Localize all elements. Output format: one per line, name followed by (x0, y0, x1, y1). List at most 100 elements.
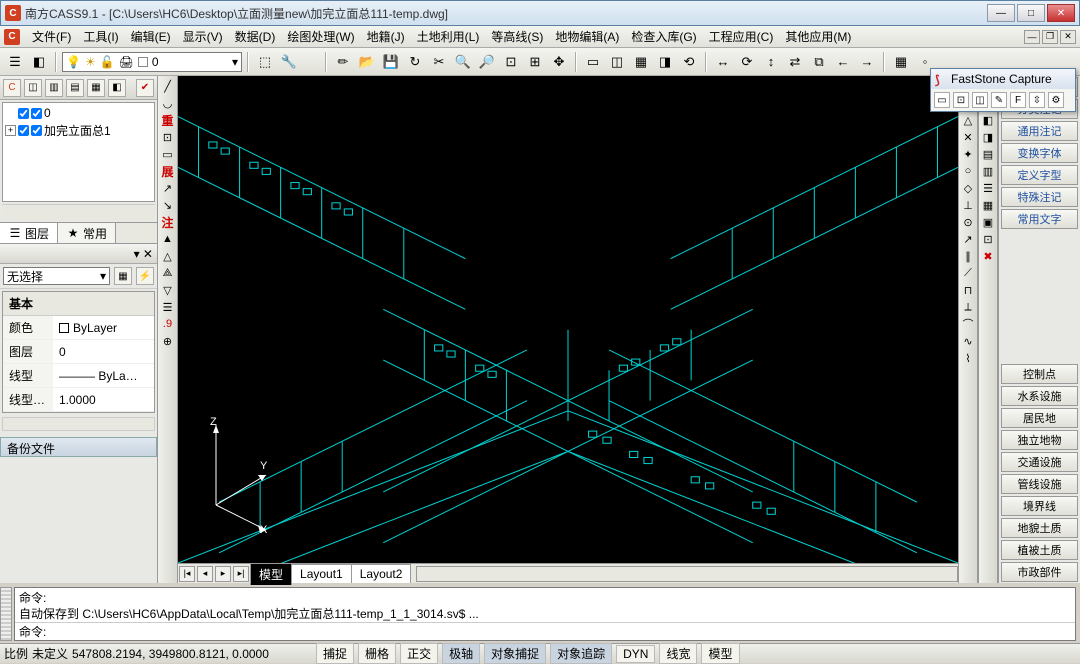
annot-icon[interactable]: ▥ (980, 163, 996, 179)
annot-icon[interactable]: ◨ (980, 129, 996, 145)
menu-view[interactable]: 显示(V) (177, 26, 229, 47)
toggle-polar[interactable]: 极轴 (442, 643, 480, 664)
expand-label-icon[interactable]: 展 (160, 163, 176, 179)
rotate-icon[interactable]: ⟳ (736, 51, 758, 73)
tree-checkbox[interactable] (18, 125, 29, 136)
tool-icon[interactable]: ▲ (160, 231, 176, 247)
forward-icon[interactable]: → (856, 51, 878, 73)
prop-color[interactable]: ByLayer (53, 316, 154, 339)
tool-icon[interactable]: ☰ (160, 299, 176, 315)
stretch-icon[interactable]: ↕ (760, 51, 782, 73)
line-icon[interactable]: ╱ (160, 78, 176, 94)
minimize-button[interactable]: — (987, 4, 1015, 22)
fs-capture-scroll-icon[interactable]: ⇳ (1029, 92, 1045, 108)
faststone-window[interactable]: ⟆ FastStone Capture ▭ ⊡ ◫ ✎ F ⇳ ⚙ (930, 68, 1076, 112)
annot-icon[interactable]: ▤ (980, 146, 996, 162)
snap-icon[interactable]: ⊥ (960, 197, 976, 213)
move-icon[interactable]: ↔ (712, 51, 734, 73)
maximize-button[interactable]: □ (1017, 4, 1045, 22)
snap-icon[interactable]: ⊓ (960, 282, 976, 298)
toggle-lweight[interactable]: 线宽 (659, 643, 697, 664)
menu-cadastre[interactable]: 地籍(J) (361, 26, 411, 47)
prop-layer[interactable]: 0 (53, 340, 154, 363)
fs-capture-freehand-icon[interactable]: ✎ (991, 92, 1007, 108)
fs-settings-icon[interactable]: ⚙ (1048, 92, 1064, 108)
toggle-osnap[interactable]: 对象捕捉 (484, 643, 546, 664)
tool-icon[interactable]: 🔧 (278, 51, 300, 73)
drawing-canvas[interactable]: Z Y X (178, 76, 958, 563)
snap-icon[interactable]: ⟂ (960, 299, 976, 315)
menu-contour[interactable]: 等高线(S) (485, 26, 549, 47)
prop-linetype[interactable]: ——— ByLa… (53, 364, 154, 387)
cat-btn[interactable]: 独立地物 (1001, 430, 1078, 450)
snap-icon[interactable]: △ (960, 112, 976, 128)
cat-btn[interactable]: 控制点 (1001, 364, 1078, 384)
annot-btn[interactable]: 通用注记 (1001, 121, 1078, 141)
tool-icon[interactable]: △ (160, 248, 176, 264)
left-scroll[interactable] (2, 417, 155, 431)
tool-icon[interactable]: ⟲ (678, 51, 700, 73)
tab-first-icon[interactable]: |◂ (179, 566, 195, 582)
snap-icon[interactable]: ⟋ (960, 265, 976, 281)
open-icon[interactable]: 📂 (356, 51, 378, 73)
toggle-model[interactable]: 模型 (701, 643, 739, 664)
tool-icon[interactable]: ⬚ (254, 51, 276, 73)
tool-icon[interactable]: ▭ (160, 146, 176, 162)
grid-icon[interactable]: ▦ (890, 51, 912, 73)
tab-next-icon[interactable]: ▸ (215, 566, 231, 582)
menu-edit[interactable]: 编辑(E) (125, 26, 177, 47)
layer-tree[interactable]: 0 + 加完立面总1 (2, 102, 155, 202)
panel-menu-icon[interactable]: ▾ ✕ (134, 247, 153, 261)
layers-icon[interactable]: ☰ (4, 51, 26, 73)
cat-btn[interactable]: 植被土质 (1001, 540, 1078, 560)
selection-combo[interactable]: 无选择▾ (3, 267, 110, 285)
menu-tools[interactable]: 工具(I) (77, 26, 124, 47)
layer-props-icon[interactable]: ◧ (28, 51, 50, 73)
panel-icon[interactable]: ◧ (108, 79, 126, 97)
toggle-snap[interactable]: 捕捉 (316, 643, 354, 664)
tab-layers[interactable]: ☰图层 (0, 223, 58, 243)
zoom-extents-icon[interactable]: ⊞ (524, 51, 546, 73)
doc-restore-button[interactable]: ❐ (1042, 30, 1058, 44)
filter-icon[interactable]: ▦ (114, 267, 132, 285)
tab-last-icon[interactable]: ▸| (233, 566, 249, 582)
fs-capture-fixed-icon[interactable]: F (1010, 92, 1026, 108)
cat-btn[interactable]: 管线设施 (1001, 474, 1078, 494)
tab-common[interactable]: ★常用 (58, 223, 116, 243)
cat-btn[interactable]: 市政部件 (1001, 562, 1078, 582)
tree-row[interactable]: + 加完立面总1 (5, 121, 152, 140)
mirror-icon[interactable]: ⇄ (784, 51, 806, 73)
annot-btn[interactable]: 定义字型 (1001, 165, 1078, 185)
tab-prev-icon[interactable]: ◂ (197, 566, 213, 582)
menu-draw[interactable]: 绘图处理(W) (281, 26, 360, 47)
cat-btn[interactable]: 境界线 (1001, 496, 1078, 516)
layer-combo[interactable]: 💡☀🔓🖨 0 ▾ (62, 52, 242, 72)
tool-icon[interactable]: ⟁ (160, 265, 176, 281)
tool-icon[interactable]: ⊡ (160, 129, 176, 145)
zoom-in-icon[interactable]: 🔍 (452, 51, 474, 73)
close-button[interactable]: ✕ (1047, 4, 1075, 22)
tree-checkbox[interactable] (31, 108, 42, 119)
expand-icon[interactable]: + (5, 125, 16, 136)
faststone-titlebar[interactable]: ⟆ FastStone Capture (931, 69, 1075, 89)
close-icon[interactable]: ✖ (980, 248, 996, 264)
prop-linescale[interactable]: 1.0000 (53, 388, 154, 411)
snap-icon[interactable]: ⌇ (960, 350, 976, 366)
canvas-hscroll[interactable] (416, 566, 958, 582)
snap-icon[interactable]: ⌒ (960, 316, 976, 332)
tab-model[interactable]: 模型 (250, 563, 292, 585)
check-icon[interactable]: ✔ (136, 79, 154, 97)
toggle-dyn[interactable]: DYN (616, 645, 655, 663)
panel-icon[interactable]: C (3, 79, 21, 97)
fs-capture-region-icon[interactable]: ◫ (972, 92, 988, 108)
new-icon[interactable]: ✏ (332, 51, 354, 73)
cat-btn[interactable]: 居民地 (1001, 408, 1078, 428)
cut-icon[interactable]: ✂ (428, 51, 450, 73)
toggle-ortho[interactable]: 正交 (400, 643, 438, 664)
doc-close-button[interactable]: ✕ (1060, 30, 1076, 44)
annot-icon[interactable]: ▣ (980, 214, 996, 230)
tree-checkbox[interactable] (18, 108, 29, 119)
copy-icon[interactable]: ⧉ (808, 51, 830, 73)
tree-checkbox[interactable] (31, 125, 42, 136)
tool-icon[interactable]: .9 (160, 316, 176, 332)
